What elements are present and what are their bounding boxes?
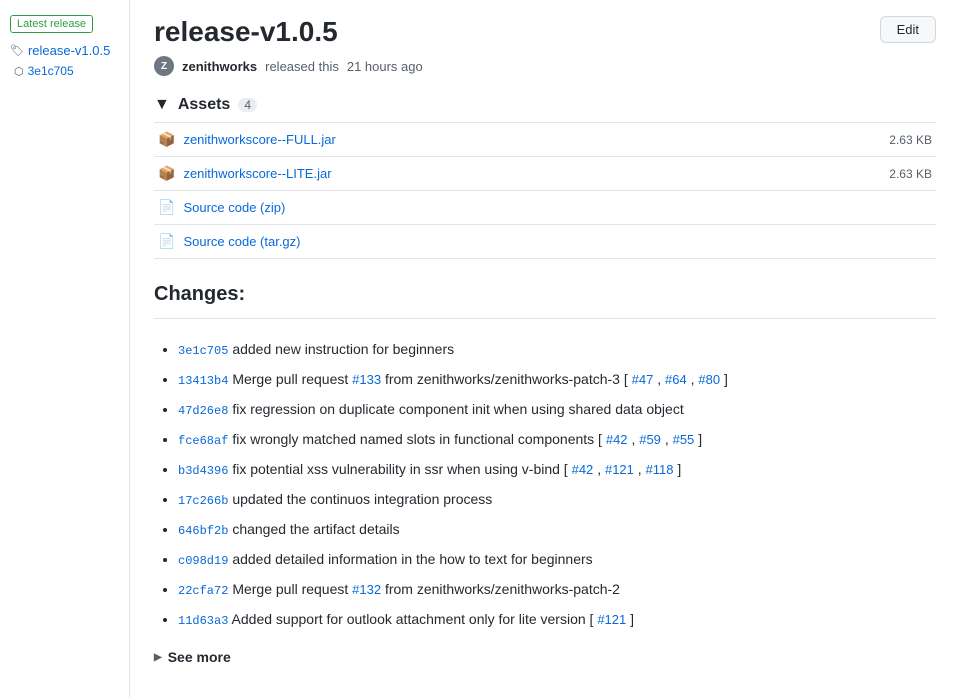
issue-121b-link[interactable]: #121 [597,612,626,627]
source-item-zip: 📄 Source code (zip) [154,191,936,225]
change-text: from zenithworks/zenithworks-patch-2 [385,581,620,597]
list-item: 11d63a3 Added support for outlook attach… [178,605,936,633]
issue-42a-link[interactable]: #42 [606,432,628,447]
issue-42b-link[interactable]: #42 [572,462,594,477]
assets-section: ▼ Assets 4 📦 zenithworkscore--FULL.jar 2… [154,96,936,259]
source-zip-link[interactable]: Source code (zip) [183,200,285,215]
assets-header[interactable]: ▼ Assets 4 [154,96,936,114]
avatar: Z [154,56,174,76]
issue-121a-link[interactable]: #121 [605,462,634,477]
sidebar-commit-link[interactable]: ⬡ 3e1c705 [14,64,119,78]
issue-64-link[interactable]: #64 [665,372,687,387]
zip-icon: 📄 [158,199,175,216]
commit-hash-11d63a3[interactable]: 11d63a3 [178,614,228,628]
asset-item-full-jar: 📦 zenithworkscore--FULL.jar 2.63 KB [154,123,936,157]
change-text: updated the continuos integration proces… [232,491,492,507]
change-text: Added support for outlook attachment onl… [232,611,598,627]
commit-hash-b3d4396[interactable]: b3d4396 [178,464,228,478]
tar-icon: 📄 [158,233,175,250]
release-meta: Z zenithworks released this 21 hours ago [154,56,936,76]
issue-59-link[interactable]: #59 [639,432,661,447]
list-item: 3e1c705 added new instruction for beginn… [178,335,936,363]
change-text: added new instruction for beginners [232,341,454,357]
issue-118-link[interactable]: #118 [646,462,674,477]
see-more-button[interactable]: ▶ See more [154,645,936,669]
main-content: release-v1.0.5 Edit Z zenithworks releas… [130,0,960,697]
sidebar-commit-hash: 3e1c705 [28,64,74,78]
commit-icon: ⬡ [14,65,24,78]
asset-lite-jar-link[interactable]: zenithworkscore--LITE.jar [183,166,331,181]
commit-hash-22cfa72[interactable]: 22cfa72 [178,584,228,598]
changes-divider [154,318,936,319]
release-header: release-v1.0.5 Edit [154,16,936,48]
commit-hash-c098d19[interactable]: c098d19 [178,554,228,568]
change-text: fix wrongly matched named slots in funct… [232,431,606,447]
time-ago: 21 hours ago [347,59,423,74]
list-item: c098d19 added detailed information in th… [178,545,936,573]
sidebar-release-label: release-v1.0.5 [28,43,110,58]
pr-132-link[interactable]: #132 [352,582,381,597]
assets-title: Assets [178,96,230,114]
issue-55-link[interactable]: #55 [673,432,695,447]
commit-hash-47d26e8[interactable]: 47d26e8 [178,404,228,418]
change-text: fix potential xss vulnerability in ssr w… [232,461,571,477]
change-text: fix regression on duplicate component in… [232,401,683,417]
see-more-label: See more [168,649,231,665]
asset-full-jar-size: 2.63 KB [889,133,932,147]
list-item: 22cfa72 Merge pull request #132 from zen… [178,575,936,603]
commit-hash-3e1c705[interactable]: 3e1c705 [178,344,228,358]
list-item: 646bf2b changed the artifact details [178,515,936,543]
list-item: fce68af fix wrongly matched named slots … [178,425,936,453]
tag-icon: 🏷 [10,44,24,57]
change-text: Merge pull request [232,581,352,597]
commit-hash-646bf2b[interactable]: 646bf2b [178,524,228,538]
chevron-right-icon: ▶ [154,652,162,663]
assets-list: 📦 zenithworkscore--FULL.jar 2.63 KB 📦 ze… [154,122,936,259]
release-title: release-v1.0.5 [154,16,338,48]
assets-chevron-icon: ▼ [154,96,170,114]
author-link[interactable]: zenithworks [182,59,257,74]
commit-hash-13413b4[interactable]: 13413b4 [178,374,228,388]
source-tar-link[interactable]: Source code (tar.gz) [183,234,300,249]
asset-full-jar-link[interactable]: zenithworkscore--FULL.jar [183,132,335,147]
source-item-tar: 📄 Source code (tar.gz) [154,225,936,259]
commit-hash-17c266b[interactable]: 17c266b [178,494,228,508]
jar-icon: 📦 [158,131,175,148]
released-text: released this [265,59,339,74]
pr-133-link[interactable]: #133 [352,372,381,387]
change-text: added detailed information in the how to… [232,551,592,567]
asset-item-lite-jar: 📦 zenithworkscore--LITE.jar 2.63 KB [154,157,936,191]
latest-release-badge[interactable]: Latest release [10,15,93,33]
sidebar-release-link[interactable]: 🏷 release-v1.0.5 [10,43,119,58]
changes-section: Changes: 3e1c705 added new instruction f… [154,283,936,669]
jar-icon-lite: 📦 [158,165,175,182]
list-item: 17c266b updated the continuos integratio… [178,485,936,513]
change-text: from zenithworks/zenithworks-patch-3 [ [385,371,632,387]
issue-80-link[interactable]: #80 [698,372,720,387]
list-item: 13413b4 Merge pull request #133 from zen… [178,365,936,393]
list-item: b3d4396 fix potential xss vulnerability … [178,455,936,483]
changes-title: Changes: [154,283,936,306]
change-text: Merge pull request [232,371,352,387]
change-text: changed the artifact details [232,521,399,537]
changes-list: 3e1c705 added new instruction for beginn… [154,335,936,633]
asset-lite-jar-size: 2.63 KB [889,167,932,181]
sidebar: Latest release 🏷 release-v1.0.5 ⬡ 3e1c70… [0,0,130,697]
commit-hash-fce68af[interactable]: fce68af [178,434,228,448]
edit-button[interactable]: Edit [880,16,936,43]
assets-count: 4 [238,98,257,112]
issue-47-link[interactable]: #47 [632,372,654,387]
list-item: 47d26e8 fix regression on duplicate comp… [178,395,936,423]
